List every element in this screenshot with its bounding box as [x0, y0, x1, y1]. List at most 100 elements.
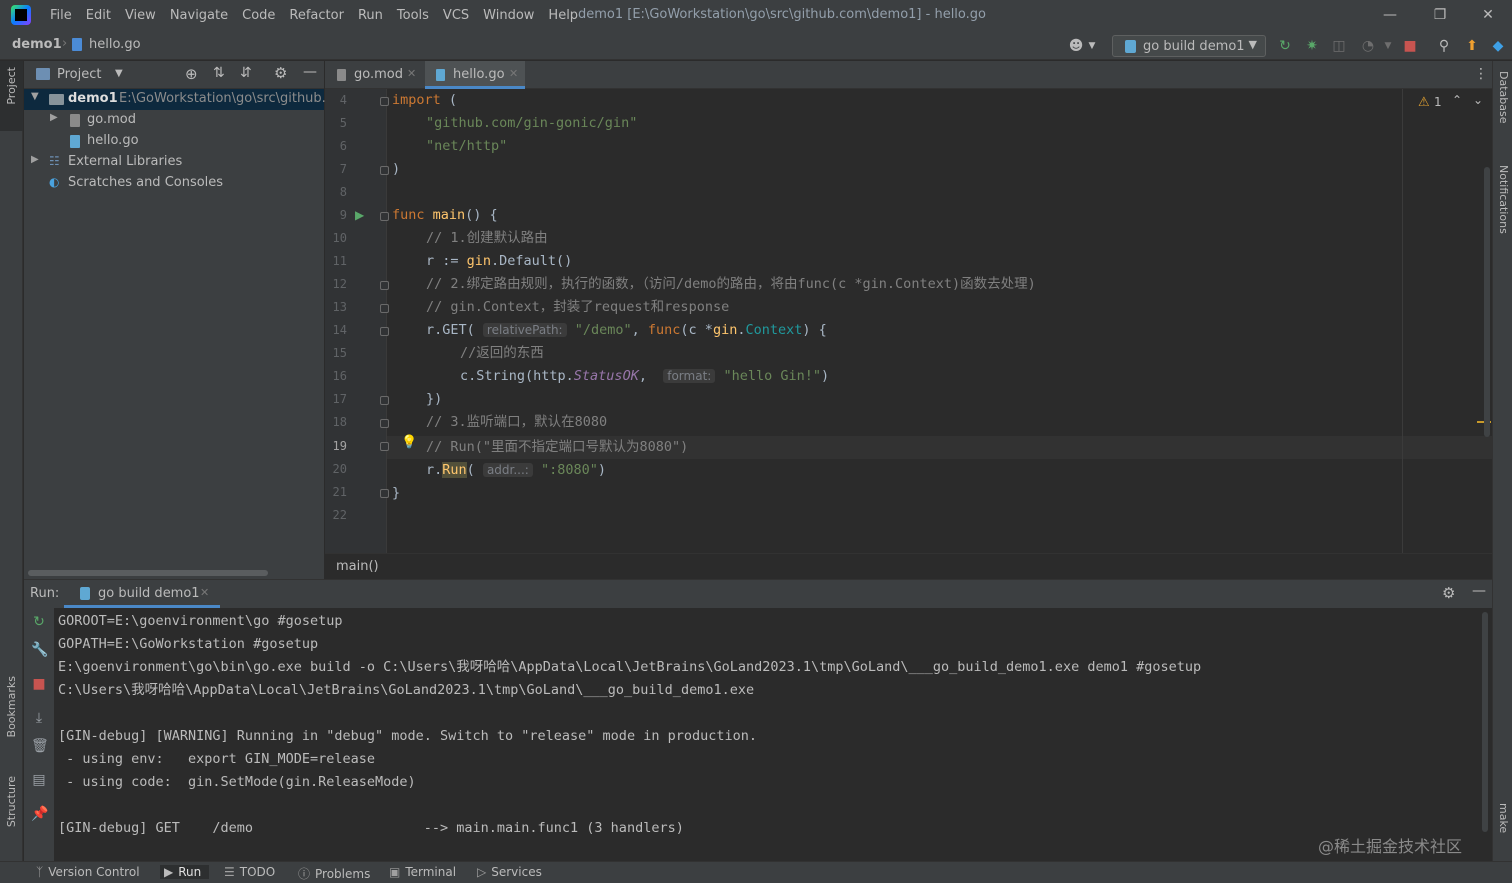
gear-icon[interactable]: ⚙: [1442, 584, 1455, 602]
user-icon[interactable]: ☻: [1068, 38, 1084, 54]
title-bar: File Edit View Navigate Code Refactor Ru…: [0, 0, 1512, 30]
fold-marker-icon[interactable]: [380, 419, 389, 428]
expand-all-icon[interactable]: ⇅: [213, 65, 225, 81]
tree-item-go-mod[interactable]: ▶ go.mod: [24, 110, 324, 131]
menu-run[interactable]: Run: [351, 8, 390, 23]
fold-marker-icon[interactable]: [380, 489, 389, 498]
next-highlight-icon[interactable]: ⌄: [1473, 93, 1483, 107]
parameter-hint: relativePath:: [482, 323, 567, 337]
breadcrumb-file[interactable]: hello.go: [89, 37, 141, 52]
profile-dropdown-icon[interactable]: ▼: [1380, 38, 1396, 54]
profile-icon[interactable]: ◔: [1360, 38, 1376, 54]
menu-window[interactable]: Window: [476, 8, 541, 23]
tree-item-hello-go[interactable]: hello.go: [24, 131, 324, 152]
console-line: C:\Users\我呀哈哈\AppData\Local\JetBrains\Go…: [58, 682, 755, 698]
bookmarks-tab[interactable]: Bookmarks: [5, 676, 18, 737]
notifications-tab[interactable]: Notifications: [1497, 165, 1510, 234]
previous-highlight-icon[interactable]: ⌃: [1452, 93, 1462, 107]
stop-icon[interactable]: ■: [31, 676, 47, 692]
update-icon[interactable]: ⬆: [1464, 38, 1480, 54]
menu-view[interactable]: View: [118, 8, 163, 23]
fold-marker-icon[interactable]: [380, 166, 389, 175]
horizontal-scrollbar[interactable]: [28, 570, 268, 576]
vertical-scrollbar[interactable]: [1484, 167, 1490, 437]
pin-icon[interactable]: 📌: [31, 806, 48, 822]
close-tab-icon[interactable]: ✕: [407, 67, 416, 80]
close-tab-icon[interactable]: ✕: [509, 67, 518, 80]
tab-go-build-demo1[interactable]: go build demo1 ✕: [64, 580, 220, 608]
tab-go-mod[interactable]: go.mod ✕: [325, 61, 423, 89]
run-tab[interactable]: ▶ Run: [160, 865, 210, 879]
tree-item-external-libraries[interactable]: ▶ ☷ External Libraries: [24, 152, 324, 173]
collapsed-arrow-icon[interactable]: ▶: [31, 154, 39, 165]
menu-edit[interactable]: Edit: [79, 8, 118, 23]
fold-marker-icon[interactable]: [380, 442, 389, 451]
fold-marker-icon[interactable]: [380, 212, 389, 221]
console-output[interactable]: GOROOT=E:\goenvironment\go #gosetup GOPA…: [58, 610, 1478, 860]
fold-marker-icon[interactable]: [380, 304, 389, 313]
todo-tab[interactable]: ☰ TODO: [224, 865, 275, 879]
console-scrollbar[interactable]: [1482, 612, 1488, 832]
fold-marker-icon[interactable]: [380, 281, 389, 290]
wrench-icon[interactable]: 🔧: [31, 642, 48, 658]
structure-tab[interactable]: Structure: [5, 776, 18, 827]
fold-marker-icon[interactable]: [380, 396, 389, 405]
tree-item-demo1[interactable]: ▼ demo1 E:\GoWorkstation\go\src\github.c: [24, 89, 333, 110]
coverage-icon[interactable]: ◫: [1331, 38, 1347, 54]
trash-icon[interactable]: 🗑: [31, 738, 49, 754]
code-text: (c *: [680, 322, 713, 338]
code-editor[interactable]: 4 5 6 7 8 9 10 11 12 13 14 15 16 17 18 1…: [325, 89, 1492, 553]
warning-icon[interactable]: ⚠: [1418, 95, 1430, 110]
menu-tools[interactable]: Tools: [390, 8, 436, 23]
menu-navigate[interactable]: Navigate: [163, 8, 235, 23]
project-tool-tab[interactable]: Project: [0, 61, 23, 131]
tree-root-path: E:\GoWorkstation\go\src\github.c: [119, 91, 333, 106]
more-tabs-icon[interactable]: ⋮: [1474, 66, 1488, 82]
restore-button[interactable]: ❐: [1416, 0, 1464, 30]
gear-icon[interactable]: ⚙: [274, 64, 287, 82]
problems-tab[interactable]: ⓘ Problems: [298, 865, 370, 882]
run-gutter-icon[interactable]: ▶: [355, 208, 364, 222]
tab-hello-go[interactable]: hello.go ✕: [425, 61, 525, 89]
breadcrumb-separator-icon: ›: [62, 36, 68, 51]
fold-marker-icon[interactable]: [380, 97, 389, 106]
scroll-to-end-icon[interactable]: ⤓: [31, 710, 47, 726]
function-breadcrumb[interactable]: main(): [336, 559, 379, 574]
layout-icon[interactable]: ▤: [31, 772, 47, 788]
debug-icon[interactable]: ✷: [1304, 38, 1320, 54]
make-tab[interactable]: make: [1497, 803, 1510, 833]
run-configuration-select[interactable]: go build demo1 ▼: [1112, 35, 1266, 57]
stop-icon[interactable]: ■: [1402, 38, 1418, 54]
user-dropdown-icon[interactable]: ▼: [1084, 38, 1100, 54]
warning-count[interactable]: 1: [1434, 95, 1442, 109]
close-window-button[interactable]: ✕: [1464, 0, 1512, 30]
hide-panel-icon[interactable]: —: [303, 64, 317, 80]
expanded-arrow-icon[interactable]: ▼: [31, 91, 39, 102]
breadcrumb-project[interactable]: demo1: [12, 37, 62, 52]
menu-refactor[interactable]: Refactor: [282, 8, 351, 23]
menu-vcs[interactable]: VCS: [436, 8, 476, 23]
code-line-15: //返回的东西: [460, 342, 544, 365]
chevron-down-icon[interactable]: ▼: [115, 68, 123, 79]
services-tab[interactable]: ▷ Services: [477, 865, 542, 879]
close-tab-icon[interactable]: ✕: [200, 586, 209, 599]
plugin-icon[interactable]: ◆: [1490, 38, 1506, 54]
tree-item-scratches[interactable]: ◐ Scratches and Consoles: [24, 173, 324, 194]
database-tab[interactable]: Database: [1497, 71, 1510, 124]
rerun-icon[interactable]: ↻: [31, 614, 47, 630]
menu-code[interactable]: Code: [235, 8, 282, 23]
terminal-tab[interactable]: ▣ Terminal: [389, 865, 456, 879]
collapsed-arrow-icon[interactable]: ▶: [50, 112, 58, 123]
menu-file[interactable]: File: [43, 8, 79, 23]
rerun-icon[interactable]: ↻: [1277, 38, 1293, 54]
collapse-all-icon[interactable]: ⇵: [240, 65, 252, 81]
locate-file-icon[interactable]: ⊕: [185, 65, 198, 83]
project-panel-title[interactable]: Project: [57, 67, 101, 82]
hide-panel-icon[interactable]: —: [1472, 583, 1486, 599]
tree-root-name: demo1: [68, 91, 118, 106]
version-control-tab[interactable]: ᛉ Version Control: [36, 865, 140, 879]
search-icon[interactable]: ⚲: [1436, 38, 1452, 54]
intention-bulb-icon[interactable]: 💡: [401, 435, 417, 450]
minimize-button[interactable]: —: [1366, 0, 1414, 30]
fold-marker-icon[interactable]: [380, 327, 389, 336]
